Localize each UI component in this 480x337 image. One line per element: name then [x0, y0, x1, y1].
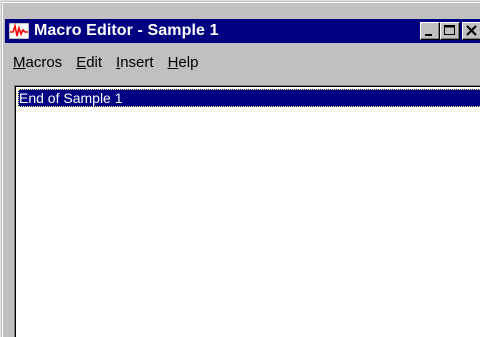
minimize-button[interactable]	[420, 22, 440, 40]
menu-help[interactable]: Help	[161, 52, 206, 74]
minimize-icon	[425, 34, 432, 36]
macro-list-pane[interactable]: End of Sample 1	[14, 85, 480, 337]
menu-macros[interactable]: Macros	[5, 52, 69, 74]
app-window: Macro Editor - Sample 1 Macros Edit Inse…	[0, 0, 480, 337]
waveform-icon[interactable]	[8, 22, 30, 40]
menu-bar: Macros Edit Insert Help	[5, 51, 480, 75]
close-button[interactable]	[462, 22, 480, 40]
menu-help-mnemonic: H	[167, 54, 179, 71]
menu-macros-mnemonic: M	[13, 54, 26, 71]
menu-edit-rest: dit	[86, 54, 103, 71]
menu-edit[interactable]: Edit	[69, 52, 109, 74]
title-bar[interactable]: Macro Editor - Sample 1	[5, 19, 480, 43]
maximize-button[interactable]	[440, 22, 460, 40]
caption-buttons	[420, 22, 480, 40]
macro-list[interactable]: End of Sample 1	[15, 86, 480, 337]
maximize-icon	[444, 25, 455, 35]
window-title: Macro Editor - Sample 1	[34, 22, 219, 39]
menu-help-rest: elp	[178, 54, 199, 71]
close-icon	[466, 25, 477, 36]
menu-insert-rest: nsert	[120, 54, 154, 71]
list-item-selected[interactable]: End of Sample 1	[18, 89, 480, 107]
menu-edit-mnemonic: E	[76, 54, 87, 71]
menu-macros-rest: acros	[25, 54, 63, 71]
menu-insert[interactable]: Insert	[109, 52, 161, 74]
